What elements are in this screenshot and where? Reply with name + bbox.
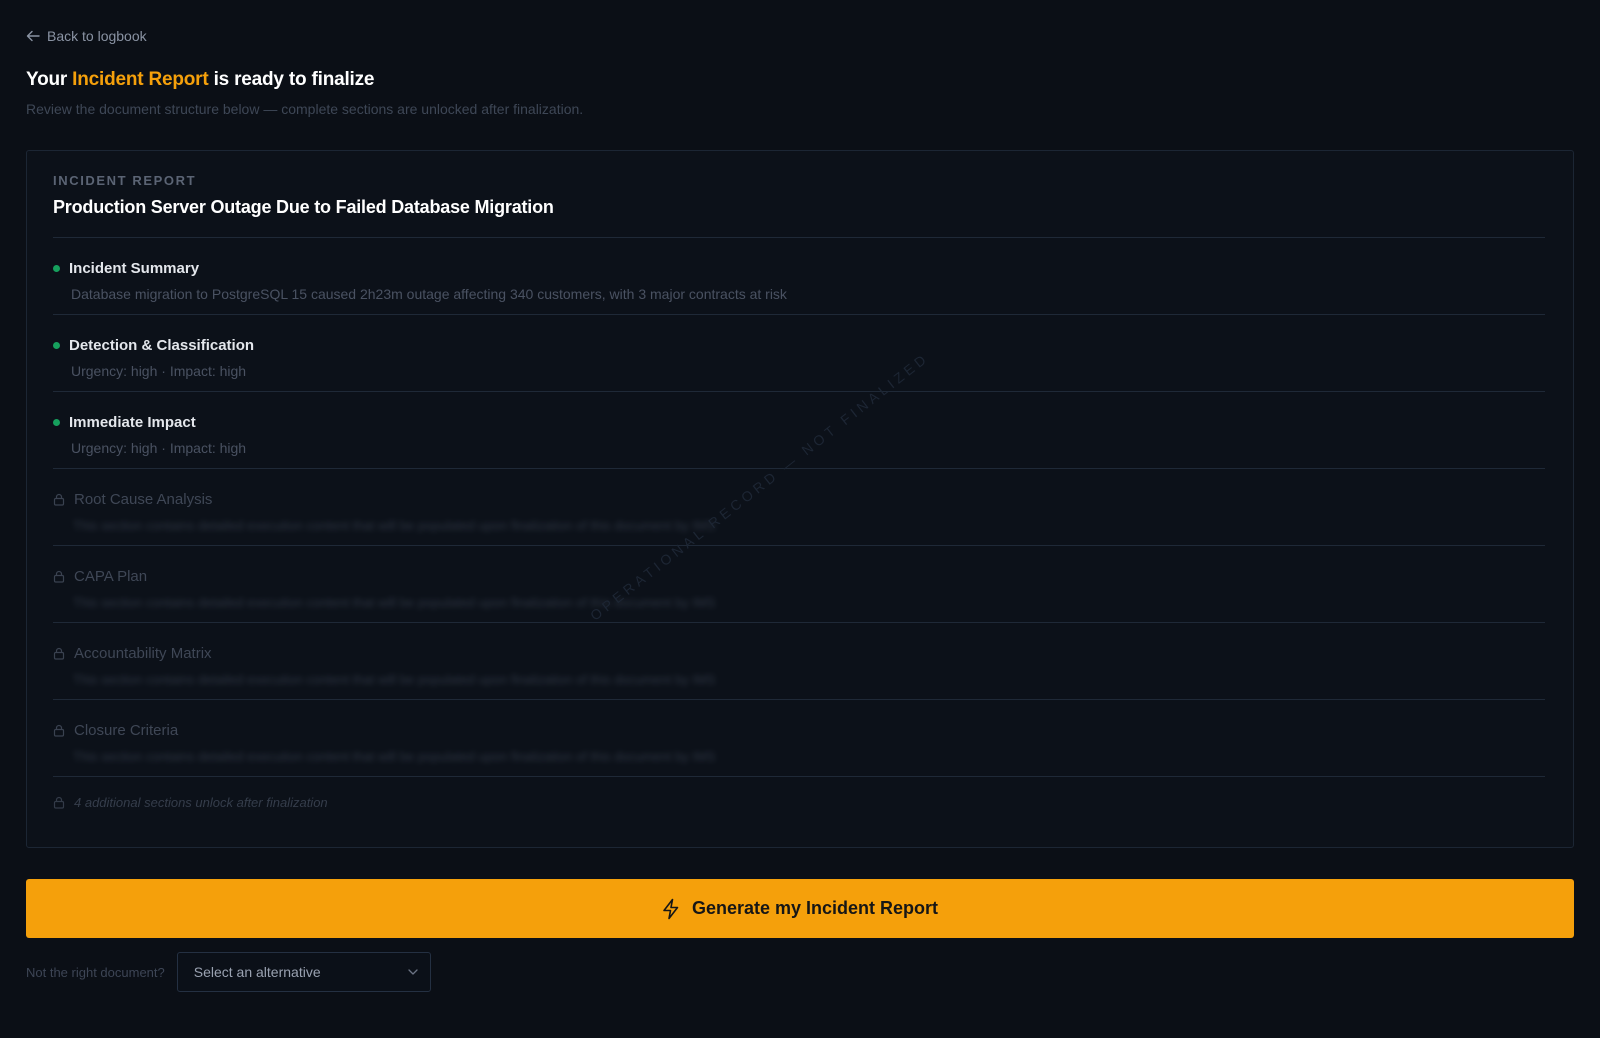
section-description: Urgency: high · Impact: high [71,363,247,379]
page-title: Your Incident Report is ready to finaliz… [26,69,1574,91]
blurred-section-content: This section contains detailed execution… [73,595,716,610]
section-capa-plan: CAPA Plan This section contains detailed… [53,546,1545,623]
section-name: CAPA Plan [74,567,148,585]
complete-status-dot [53,418,60,426]
lock-icon [53,796,65,809]
section-incident-summary: Incident Summary Database migration to P… [53,238,1545,315]
alternative-document-row: Not the right document? Select an altern… [26,952,1574,992]
blurred-section-content: This section contains detailed execution… [73,749,716,764]
complete-status-dot [53,264,60,272]
back-to-logbook-link[interactable]: Back to logbook [26,28,147,44]
back-link-label: Back to logbook [47,28,147,44]
section-description: Database migration to PostgreSQL 15 caus… [71,286,787,302]
alternative-document-select[interactable]: Select an alternative [176,952,431,992]
section-detection-classification: Detection & Classification Urgency: high… [53,315,1545,392]
generate-report-label: Generate my Incident Report [691,898,939,918]
document-preview-card: INCIDENT REPORT Production Server Outage… [26,150,1574,848]
page-title-suffix: is ready to finalize [208,69,375,90]
page-subtitle: Review the document structure below — co… [26,101,584,117]
section-immediate-impact: Immediate Impact Urgency: high · Impact:… [53,392,1545,469]
lock-icon [53,724,65,737]
lightning-bolt-icon [663,898,679,919]
page-title-accent: Incident Report [72,69,209,90]
section-root-cause-analysis: Root Cause Analysis This section contain… [53,469,1545,546]
complete-status-dot [53,341,60,349]
section-description: Urgency: high · Impact: high [71,440,247,456]
blurred-section-content: This section contains detailed execution… [73,518,716,533]
blurred-section-content: This section contains detailed execution… [73,672,716,687]
section-accountability-matrix: Accountability Matrix This section conta… [53,623,1545,700]
arrow-left-icon [26,30,40,42]
document-type-label: INCIDENT REPORT [53,173,197,188]
section-list: Incident Summary Database migration to P… [53,238,1545,810]
more-sections-text: 4 additional sections unlock after final… [74,795,328,810]
section-name: Accountability Matrix [74,644,212,662]
section-closure-criteria: Closure Criteria This section contains d… [53,700,1545,777]
alternative-prompt: Not the right document? [26,964,165,980]
chevron-down-icon [408,969,418,975]
finalize-page: Back to logbook Your Incident Report is … [0,0,1600,1038]
section-name: Incident Summary [69,259,200,277]
generate-report-button[interactable]: Generate my Incident Report [26,879,1574,938]
document-title: Production Server Outage Due to Failed D… [53,197,554,217]
more-sections-note: 4 additional sections unlock after final… [53,777,1545,810]
lock-icon [53,647,65,660]
lock-icon [53,570,65,583]
section-name: Root Cause Analysis [74,490,213,508]
page-title-prefix: Your [26,69,73,90]
lock-icon [53,493,65,506]
alternative-select-value: Select an alternative [193,964,321,980]
section-name: Closure Criteria [74,721,179,739]
section-name: Detection & Classification [69,336,255,354]
section-name: Immediate Impact [69,413,196,431]
